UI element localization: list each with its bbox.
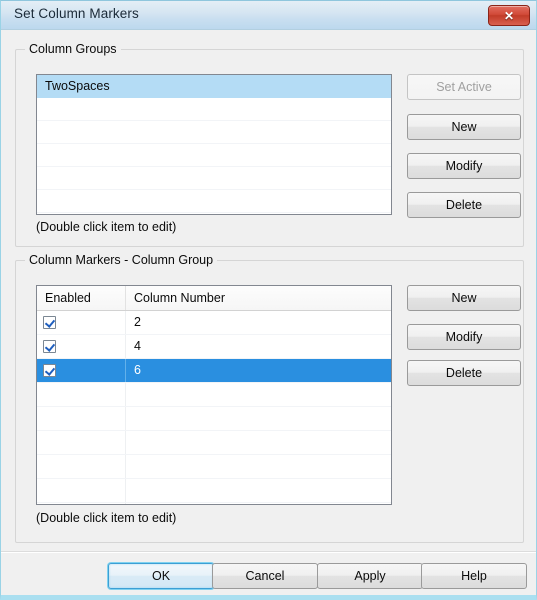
table-row-selected[interactable]: 6: [37, 359, 391, 383]
cell-enabled: [37, 479, 126, 502]
apply-button[interactable]: Apply: [317, 563, 423, 589]
column-groups-list[interactable]: TwoSpaces: [36, 74, 392, 215]
column-groups-new-button[interactable]: New: [407, 114, 521, 140]
cell-column-number: [126, 455, 391, 478]
list-item-label: TwoSpaces: [45, 79, 110, 93]
column-header-enabled: Enabled: [37, 286, 126, 310]
table-row-empty[interactable]: [37, 407, 391, 431]
footer-separator: [1, 551, 536, 553]
column-groups-delete-button[interactable]: Delete: [407, 192, 521, 218]
checkbox-wrap: [43, 316, 56, 329]
cell-enabled: [37, 407, 126, 430]
help-button[interactable]: Help: [421, 563, 527, 589]
list-item-empty[interactable]: [37, 190, 391, 213]
cell-enabled: [37, 311, 126, 334]
dialog-client-area: Column Groups TwoSpaces (Double click it…: [1, 30, 536, 595]
list-item-empty[interactable]: [37, 121, 391, 144]
cell-enabled: [37, 359, 126, 382]
checkbox-wrap: [43, 364, 56, 377]
cell-column-number: [126, 479, 391, 502]
cell-enabled: [37, 335, 126, 358]
table-row[interactable]: 2: [37, 311, 391, 335]
column-markers-delete-button[interactable]: Delete: [407, 360, 521, 386]
table-row[interactable]: 4: [37, 335, 391, 359]
column-markers-hint: (Double click item to edit): [36, 511, 177, 525]
table-row-empty[interactable]: [37, 431, 391, 455]
list-item[interactable]: TwoSpaces: [37, 75, 391, 98]
table-row-empty[interactable]: [37, 479, 391, 503]
cell-enabled: [37, 503, 126, 504]
cancel-button[interactable]: Cancel: [212, 563, 318, 589]
close-icon[interactable]: ✕: [488, 5, 530, 26]
ok-button[interactable]: OK: [108, 563, 214, 589]
title-bar: Set Column Markers ✕: [1, 1, 536, 30]
table-row-empty[interactable]: [37, 383, 391, 407]
column-groups-hint: (Double click item to edit): [36, 220, 177, 234]
column-groups-modify-button[interactable]: Modify: [407, 153, 521, 179]
enabled-checkbox[interactable]: [43, 364, 56, 377]
set-column-markers-dialog: Set Column Markers ✕ Column Groups TwoSp…: [0, 0, 537, 600]
cell-column-number: [126, 383, 391, 406]
column-markers-group: Column Markers - Column Group Enabled Co…: [15, 253, 524, 543]
list-item-empty[interactable]: [37, 98, 391, 121]
column-header-column-number: Column Number: [134, 291, 226, 305]
column-markers-new-button[interactable]: New: [407, 285, 521, 311]
column-markers-table[interactable]: Enabled Column Number 2 4 6: [36, 285, 392, 505]
close-glyph: ✕: [503, 8, 515, 23]
column-groups-legend: Column Groups: [25, 42, 121, 56]
cell-column-number: [126, 431, 391, 454]
table-row-empty[interactable]: [37, 503, 391, 504]
set-active-button[interactable]: Set Active: [407, 74, 521, 100]
cell-column-number: 4: [134, 339, 141, 353]
cell-column-number: [126, 503, 391, 504]
cell-enabled: [37, 383, 126, 406]
cell-enabled: [37, 455, 126, 478]
window-title: Set Column Markers: [14, 6, 139, 21]
list-item-empty[interactable]: [37, 167, 391, 190]
column-markers-legend: Column Markers - Column Group: [25, 253, 218, 267]
cell-column-number: 6: [126, 359, 391, 382]
cell-column-number: [126, 407, 391, 430]
cell-enabled: [37, 431, 126, 454]
cell-column-number: 2: [134, 315, 141, 329]
table-header-row: Enabled Column Number: [37, 286, 391, 311]
enabled-checkbox[interactable]: [43, 340, 56, 353]
table-row-empty[interactable]: [37, 455, 391, 479]
column-markers-modify-button[interactable]: Modify: [407, 324, 521, 350]
enabled-checkbox[interactable]: [43, 316, 56, 329]
checkbox-wrap: [43, 340, 56, 353]
column-groups-group: Column Groups TwoSpaces (Double click it…: [15, 42, 524, 247]
list-item-empty[interactable]: [37, 144, 391, 167]
